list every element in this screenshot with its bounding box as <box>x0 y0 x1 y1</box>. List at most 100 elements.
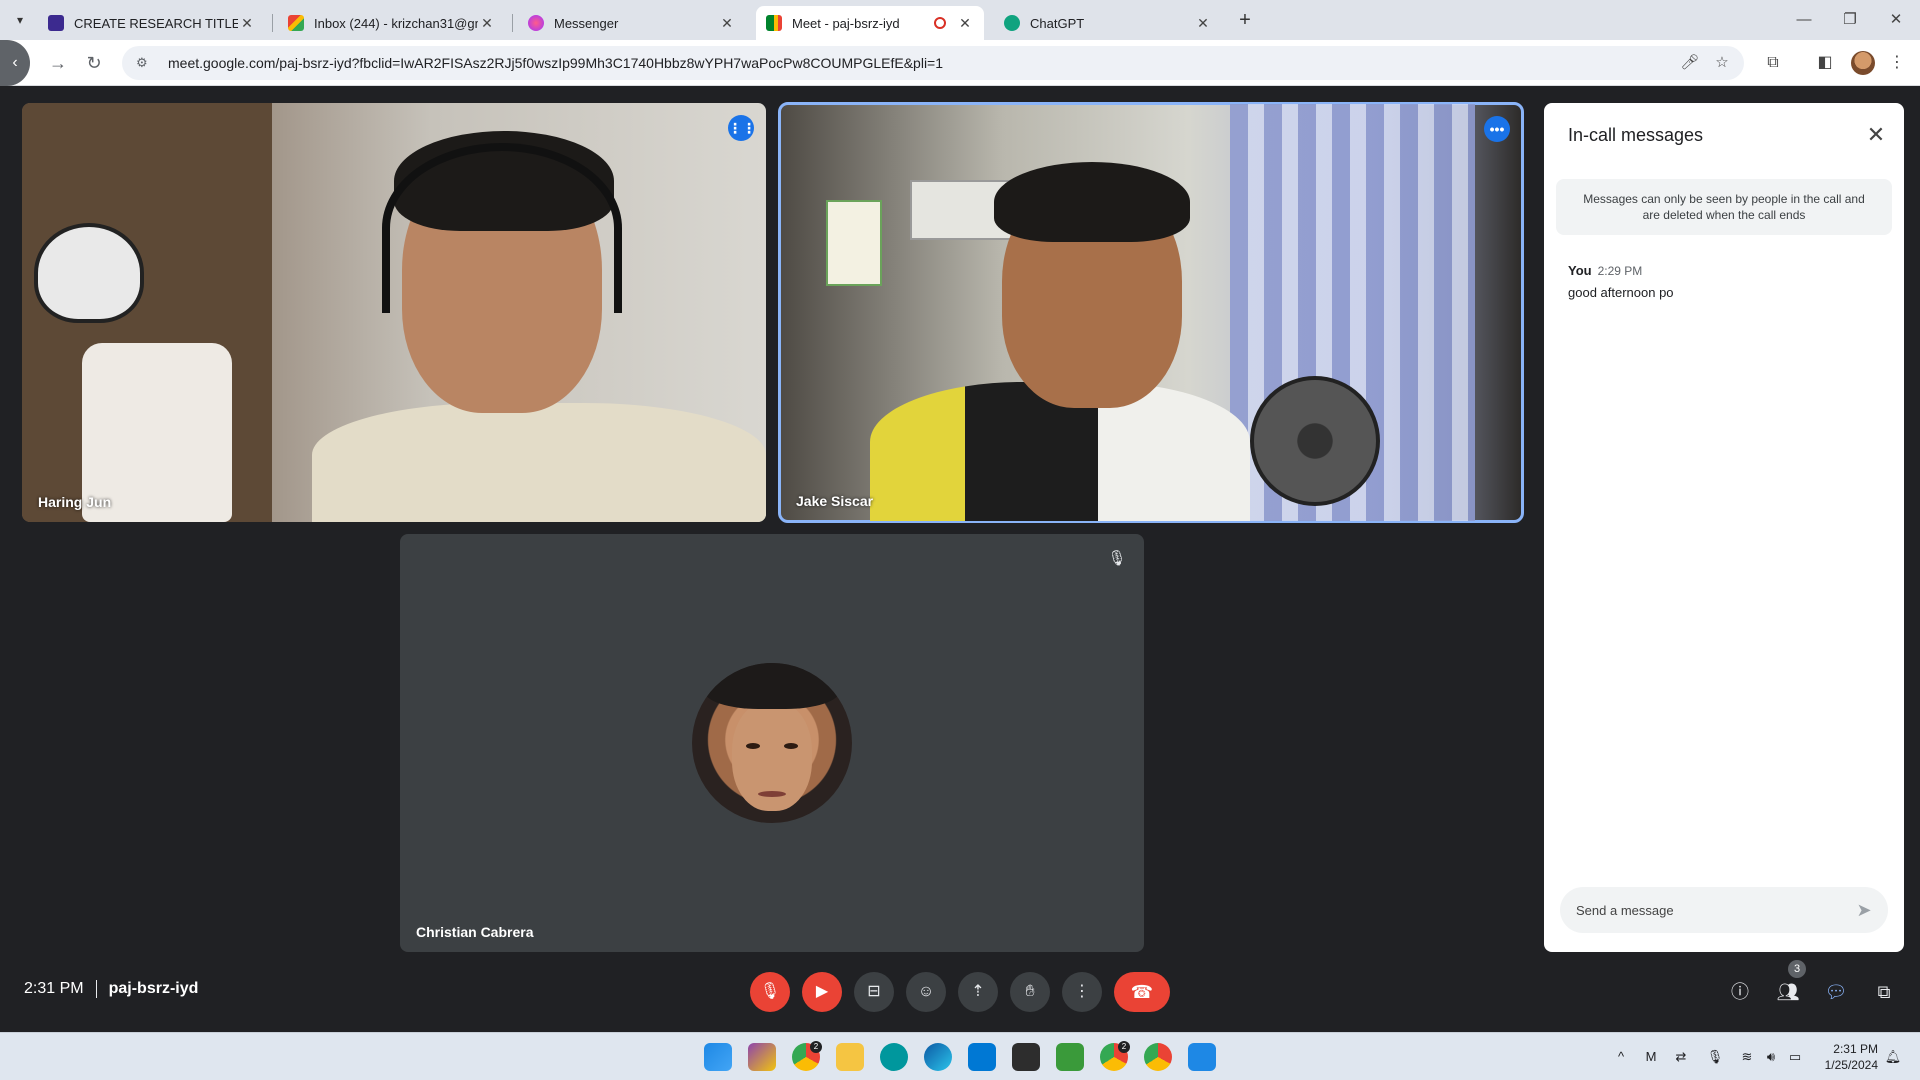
reload-button[interactable]: ↻ <box>82 51 106 75</box>
raise-hand-button[interactable]: ✋︎ <box>1010 972 1050 1012</box>
extensions-icon[interactable]: ⧉ <box>1762 52 1784 74</box>
battery-icon[interactable]: ▭ <box>1786 1048 1804 1066</box>
tab-messenger[interactable]: Messenger ✕ <box>518 6 746 40</box>
back-button[interactable]: ‹ <box>0 40 30 86</box>
microphone-tray-icon[interactable]: 🎙︎ <box>1706 1048 1724 1066</box>
tab-research-title[interactable]: CREATE RESEARCH TITLE - Pow ✕ <box>38 6 266 40</box>
message-text: good afternoon po <box>1568 285 1674 300</box>
activities-button[interactable]: ⧉ <box>1870 978 1898 1006</box>
speaking-indicator-icon: ⋮⋮ <box>728 115 756 141</box>
gmail-icon <box>288 15 304 31</box>
url-text: meet.google.com/paj-bsrz-iyd?fbclid=IwAR… <box>168 55 944 71</box>
messenger-icon <box>528 15 544 31</box>
restore-button[interactable]: ❐ <box>1830 8 1870 32</box>
new-tab-button[interactable]: + <box>1232 7 1258 33</box>
profile-avatar[interactable] <box>1851 51 1875 75</box>
side-panel-icon[interactable]: ◧ <box>1814 52 1836 74</box>
volume-icon[interactable]: 🔊︎ <box>1762 1048 1780 1066</box>
meeting-details-button[interactable]: ⓘ <box>1726 978 1754 1006</box>
helmet-image <box>34 223 144 323</box>
more-options-button[interactable]: ⋮ <box>1062 972 1102 1012</box>
more-options-icon[interactable]: ••• <box>1484 116 1510 142</box>
participant-name: Haring Jun <box>38 494 112 510</box>
headset-image <box>382 143 622 313</box>
close-tab-icon[interactable]: ✕ <box>238 15 256 32</box>
person-shirt <box>312 403 766 522</box>
bookmark-star-icon[interactable]: ☆ <box>1712 53 1732 73</box>
close-tab-icon[interactable]: ✕ <box>478 15 496 32</box>
chat-button[interactable]: 💬︎ <box>1822 978 1850 1006</box>
message-header: You 2:29 PM <box>1568 263 1642 278</box>
start-icon[interactable] <box>704 1043 732 1071</box>
close-tab-icon[interactable]: ✕ <box>1194 15 1212 32</box>
close-window-button[interactable]: ✕ <box>1876 8 1916 32</box>
participant-tile-jake-siscar[interactable]: ••• Jake Siscar <box>778 102 1524 523</box>
terminal-icon[interactable] <box>1012 1043 1040 1071</box>
camera-off-button[interactable]: ▶︎ <box>802 972 842 1012</box>
document-icon <box>48 15 64 31</box>
notification-bell-icon[interactable]: 🔔︎ <box>1884 1048 1902 1066</box>
send-icon[interactable]: ➤ <box>1852 898 1876 922</box>
people-count-badge: 3 <box>1788 960 1806 978</box>
message-time: 2:29 PM <box>1597 264 1643 278</box>
site-settings-icon[interactable]: ⚙ <box>136 55 154 71</box>
vscode-icon[interactable] <box>968 1043 996 1071</box>
participant-tile-christian-cabrera[interactable]: 🎙︎ Christian Cabrera <box>400 534 1144 952</box>
message-input-container: ➤ <box>1560 887 1888 933</box>
person-hair <box>994 162 1190 242</box>
chat-notice: Messages can only be seen by people in t… <box>1556 179 1892 235</box>
clock-time: 2:31 PM <box>1833 1042 1878 1056</box>
leave-call-button[interactable]: ☎︎ <box>1114 972 1170 1012</box>
close-tab-icon[interactable]: ✕ <box>956 15 974 32</box>
meeting-time: 2:31 PM <box>24 980 84 997</box>
recording-icon <box>934 17 946 29</box>
tray-app-icon[interactable]: M <box>1642 1048 1660 1066</box>
avatar-mouth <box>758 791 786 797</box>
windows-taskbar: 2 2 ^ M ⇄ 🎙︎ ≋ 🔊︎ ▭ 2:31 PM 1/25/2024 🔔︎ <box>0 1032 1920 1080</box>
microphone-off-button[interactable]: 🎙︎ <box>750 972 790 1012</box>
network-transfer-icon[interactable]: ⇄ <box>1672 1048 1690 1066</box>
browser-tab-bar: ▾ CREATE RESEARCH TITLE - Pow ✕ Inbox (2… <box>0 0 1920 40</box>
meeting-code: paj-bsrz-iyd <box>108 980 199 997</box>
show-hidden-icons-icon[interactable]: ^ <box>1612 1048 1630 1066</box>
emoji-reaction-button[interactable]: ☺ <box>906 972 946 1012</box>
tab-separator <box>272 14 273 32</box>
meeting-info: 2:31 PM paj-bsrz-iyd <box>24 980 198 998</box>
tab-gmail-inbox[interactable]: Inbox (244) - krizchan31@gmai ✕ <box>278 6 506 40</box>
mic-off-icon: 🎙︎ <box>1107 550 1127 567</box>
close-tab-icon[interactable]: ✕ <box>718 15 736 32</box>
divider <box>95 980 97 998</box>
notepad-icon[interactable] <box>1188 1043 1216 1071</box>
address-bar-row: ‹ → ↻ ⚙ meet.google.com/paj-bsrz-iyd?fbc… <box>0 40 1920 86</box>
file-explorer-icon[interactable] <box>836 1043 864 1071</box>
in-call-messages-panel: In-call messages ✕ Messages can only be … <box>1544 103 1904 952</box>
avatar-hair <box>704 663 840 709</box>
captions-button[interactable]: ⊟ <box>854 972 894 1012</box>
browser-menu-icon[interactable]: ⋮ <box>1886 52 1908 74</box>
forward-button[interactable]: → <box>46 51 70 75</box>
microphone-icon[interactable]: 🎤︎ <box>1680 53 1700 73</box>
tab-chatgpt[interactable]: ChatGPT ✕ <box>994 6 1222 40</box>
tab-search-button[interactable]: ▾ <box>8 8 32 32</box>
tab-separator <box>512 14 513 32</box>
people-button[interactable]: 👥︎ <box>1774 978 1802 1006</box>
meet-icon <box>766 15 782 31</box>
clock-date: 1/25/2024 <box>1824 1058 1878 1072</box>
edge-icon[interactable] <box>924 1043 952 1071</box>
message-author: You <box>1568 263 1592 278</box>
close-panel-button[interactable]: ✕ <box>1864 123 1888 147</box>
wifi-icon[interactable]: ≋ <box>1738 1048 1756 1066</box>
minimize-button[interactable]: — <box>1784 8 1824 32</box>
present-screen-button[interactable]: ⇡ <box>958 972 998 1012</box>
participant-name: Christian Cabrera <box>416 924 534 940</box>
taskbar-clock[interactable]: 2:31 PM 1/25/2024 <box>1814 1041 1878 1073</box>
arduino-icon[interactable] <box>880 1043 908 1071</box>
tab-meet[interactable]: Meet - paj-bsrz-iyd ✕ <box>756 6 984 40</box>
copilot-icon[interactable] <box>748 1043 776 1071</box>
chrome-profile-icon[interactable] <box>1144 1043 1172 1071</box>
url-field[interactable]: ⚙ meet.google.com/paj-bsrz-iyd?fbclid=Iw… <box>122 46 1744 80</box>
participant-name: Jake Siscar <box>796 493 874 509</box>
participant-tile-haring-jun[interactable]: ⋮⋮ Haring Jun <box>22 103 766 522</box>
excel-like-icon[interactable] <box>1056 1043 1084 1071</box>
message-input[interactable] <box>1576 899 1836 921</box>
